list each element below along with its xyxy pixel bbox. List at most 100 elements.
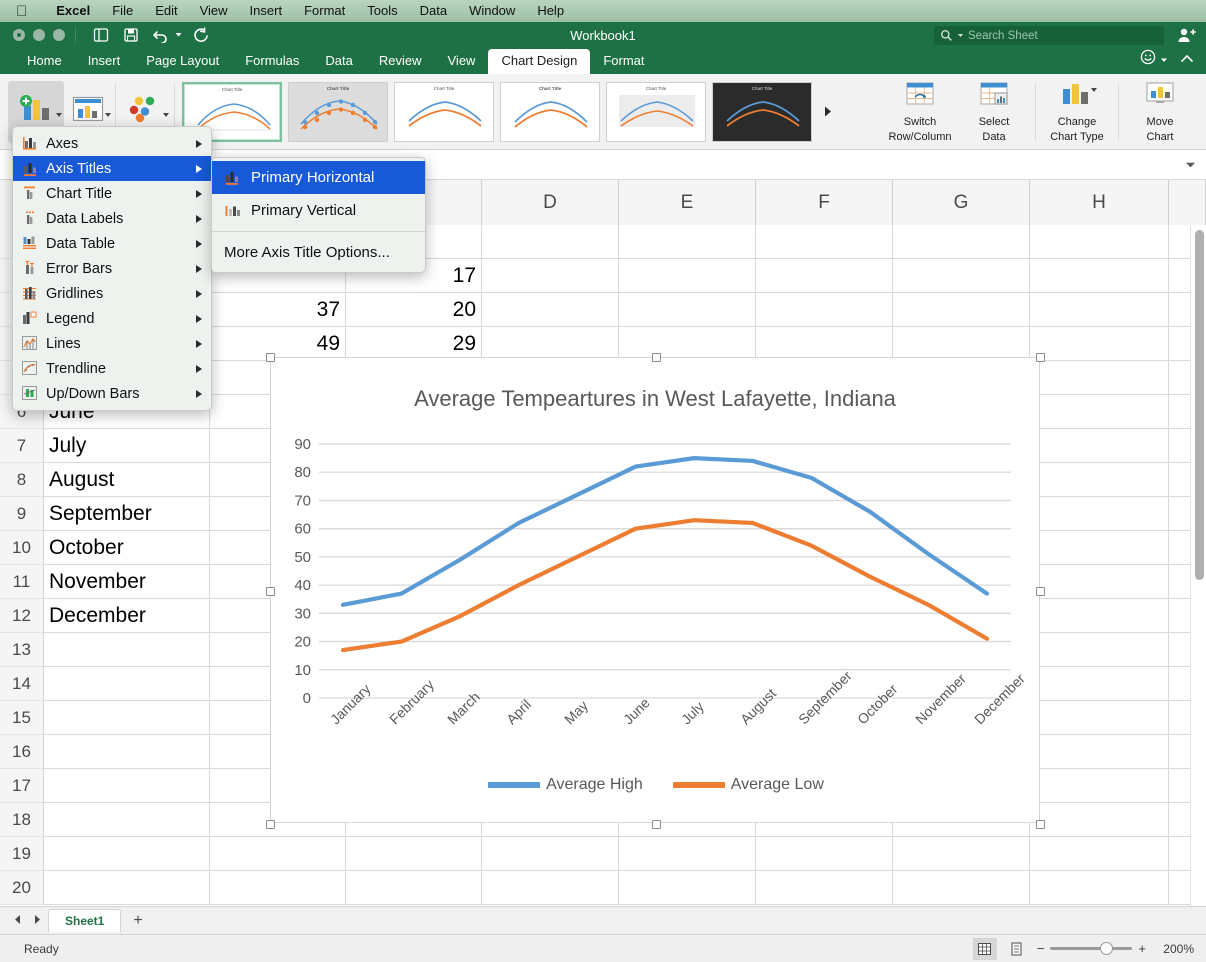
cell-H8[interactable] [1030, 463, 1169, 497]
cell-B4[interactable]: 49 [210, 327, 346, 361]
cell-H19[interactable] [1030, 837, 1169, 871]
menu-item-axis-titles[interactable]: Axis Titles [13, 156, 211, 181]
vertical-scrollbar[interactable] [1190, 225, 1206, 908]
cell-H1[interactable] [1030, 225, 1169, 259]
tab-formulas[interactable]: Formulas [232, 49, 312, 74]
search-input[interactable]: Search Sheet [934, 26, 1164, 45]
row-header-18[interactable]: 18 [0, 803, 44, 837]
column-header-e[interactable]: E [619, 180, 756, 225]
chart-handle-nw[interactable] [266, 353, 275, 362]
normal-view-icon[interactable] [972, 937, 997, 960]
mac-menu-insert[interactable]: Insert [239, 0, 294, 22]
cell-G2[interactable] [893, 259, 1030, 293]
chart-style-thumb-2[interactable]: Chart Title [288, 81, 388, 142]
smiley-dropdown-caret[interactable] [1160, 51, 1168, 69]
cell-F1[interactable] [756, 225, 893, 259]
cell-D19[interactable] [482, 837, 619, 871]
cell-A10[interactable]: October [44, 531, 210, 565]
cell-H7[interactable] [1030, 429, 1169, 463]
tab-format[interactable]: Format [590, 49, 657, 74]
zoom-slider[interactable]: − + [1037, 941, 1146, 956]
cell-F19[interactable] [756, 837, 893, 871]
formula-bar-expand-caret[interactable] [1185, 156, 1196, 174]
chart-handle-sw[interactable] [266, 820, 275, 829]
row-header-7[interactable]: 7 [0, 429, 44, 463]
submenu-item-more-options[interactable]: More Axis Title Options... [212, 236, 425, 269]
cell-H5[interactable] [1030, 361, 1169, 395]
cell-F3[interactable] [756, 293, 893, 327]
nav-next-icon[interactable] [28, 914, 46, 928]
row-header-13[interactable]: 13 [0, 633, 44, 667]
tab-view[interactable]: View [435, 49, 489, 74]
zoom-out-button[interactable]: − [1037, 941, 1045, 956]
menu-item-up-down-bars[interactable]: Up/Down Bars [13, 381, 211, 406]
chart-plot-area[interactable]: 0 10 20 30 40 50 60 70 80 90 [271, 430, 1041, 730]
legend-item-average-high[interactable]: Average High [488, 776, 643, 794]
cell-E19[interactable] [619, 837, 756, 871]
row-header-9[interactable]: 9 [0, 497, 44, 531]
move-chart-button[interactable]: Move Chart [1124, 80, 1196, 144]
cell-H11[interactable] [1030, 565, 1169, 599]
menu-item-legend[interactable]: Legend [13, 306, 211, 331]
cell-A7[interactable]: July [44, 429, 210, 463]
chart-title[interactable]: Average Tempeartures in West Lafayette, … [271, 386, 1039, 412]
mac-menu-edit[interactable]: Edit [144, 0, 188, 22]
tab-review[interactable]: Review [366, 49, 435, 74]
tab-chart-design[interactable]: Chart Design [488, 49, 591, 74]
cell-A9[interactable]: September [44, 497, 210, 531]
chevron-up-icon[interactable] [1180, 51, 1194, 69]
cell-G3[interactable] [893, 293, 1030, 327]
cell-H13[interactable] [1030, 633, 1169, 667]
row-header-16[interactable]: 16 [0, 735, 44, 769]
cell-H18[interactable] [1030, 803, 1169, 837]
cell-E2[interactable] [619, 259, 756, 293]
gallery-next-icon[interactable] [818, 82, 838, 142]
menu-item-gridlines[interactable]: Gridlines [13, 281, 211, 306]
chart-handle-n[interactable] [652, 353, 661, 362]
cell-C19[interactable] [346, 837, 482, 871]
add-chart-element-caret[interactable] [56, 112, 62, 117]
chart-legend[interactable]: Average High Average Low [271, 776, 1041, 794]
cell-A14[interactable] [44, 667, 210, 701]
undo-icon[interactable] [152, 27, 170, 44]
mac-menu-help[interactable]: Help [526, 0, 575, 22]
cell-D20[interactable] [482, 871, 619, 905]
cell-H17[interactable] [1030, 769, 1169, 803]
row-header-17[interactable]: 17 [0, 769, 44, 803]
chart-object[interactable]: Average Tempeartures in West Lafayette, … [266, 353, 1045, 829]
cell-A15[interactable] [44, 701, 210, 735]
cell-F2[interactable] [756, 259, 893, 293]
change-chart-type-button[interactable]: Change Chart Type [1041, 80, 1113, 144]
cell-A18[interactable] [44, 803, 210, 837]
mac-menu-excel[interactable]: Excel [45, 0, 101, 22]
cell-H3[interactable] [1030, 293, 1169, 327]
cell-E20[interactable] [619, 871, 756, 905]
menu-item-chart-title[interactable]: Chart Title [13, 181, 211, 206]
page-layout-view-icon[interactable] [1005, 938, 1029, 960]
change-colors-caret[interactable] [163, 112, 169, 117]
chart-handle-s[interactable] [652, 820, 661, 829]
row-header-20[interactable]: 20 [0, 871, 44, 905]
zoom-slider-knob[interactable] [1100, 942, 1114, 955]
column-header-h[interactable]: H [1030, 180, 1169, 225]
row-header-19[interactable]: 19 [0, 837, 44, 871]
series-line-0[interactable] [340, 456, 990, 607]
chart-handle-ne[interactable] [1036, 353, 1045, 362]
cell-A11[interactable]: November [44, 565, 210, 599]
mac-menu-data[interactable]: Data [409, 0, 458, 22]
smiley-icon[interactable] [1140, 49, 1156, 70]
cell-B20[interactable] [210, 871, 346, 905]
cell-F4[interactable] [756, 327, 893, 361]
cell-A13[interactable] [44, 633, 210, 667]
cell-G1[interactable] [893, 225, 1030, 259]
row-header-10[interactable]: 10 [0, 531, 44, 565]
redo-icon[interactable] [191, 27, 209, 43]
undo-dropdown-caret[interactable] [174, 26, 183, 44]
menu-item-trendline[interactable]: Trendline [13, 356, 211, 381]
nav-prev-icon[interactable] [8, 914, 26, 928]
row-header-12[interactable]: 12 [0, 599, 44, 633]
cell-G20[interactable] [893, 871, 1030, 905]
tab-insert[interactable]: Insert [75, 49, 134, 74]
chart-style-thumb-3[interactable]: Chart Title [394, 81, 494, 142]
save-icon[interactable] [122, 27, 140, 43]
